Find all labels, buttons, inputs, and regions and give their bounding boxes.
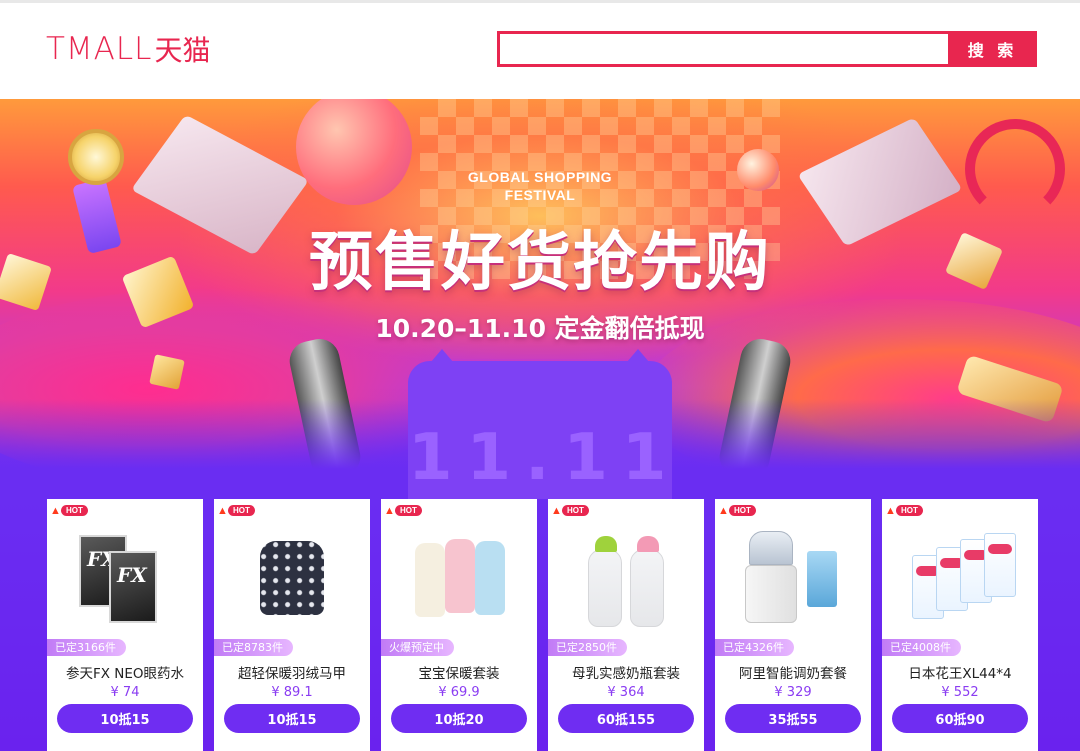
hot-badge: ▲ HOT	[50, 504, 88, 517]
hot-badge: ▲ HOT	[718, 504, 756, 517]
flame-icon: ▲	[718, 504, 729, 517]
flame-icon: ▲	[217, 504, 228, 517]
flame-icon: ▲	[551, 504, 562, 517]
decor-cube	[0, 253, 52, 311]
bottle-green	[588, 536, 622, 627]
product-price: ¥ 74	[110, 685, 140, 700]
hot-badge: ▲ HOT	[885, 504, 923, 517]
product-image[interactable]	[900, 521, 1020, 637]
banner-subtitle-line2: FESTIVAL	[504, 187, 576, 203]
product-price: ¥ 89.1	[271, 685, 313, 700]
product-name[interactable]: 宝宝保暖套装	[381, 662, 537, 682]
decor-cube	[944, 231, 1004, 291]
formula-pack	[807, 551, 837, 607]
flame-icon: ▲	[50, 504, 61, 517]
hot-badge: ▲ HOT	[217, 504, 255, 517]
search-input[interactable]	[497, 31, 948, 67]
product-name[interactable]: 日本花王XL44*4	[882, 662, 1038, 682]
banner-subtitle: GLOBAL SHOPPING FESTIVAL	[430, 168, 650, 204]
hot-badge: ▲ HOT	[384, 504, 422, 517]
promo-banner[interactable]: 11.11 GLOBAL SHOPPING FESTIVAL 预售好货抢先购 1…	[0, 99, 1080, 499]
flame-icon: ▲	[885, 504, 896, 517]
sold-count: 已定2850件	[548, 639, 627, 656]
vest-image	[260, 541, 324, 615]
onesie-blue	[475, 541, 505, 615]
sold-count: 已定8783件	[214, 639, 293, 656]
logo-cn-text: 天猫	[154, 34, 211, 67]
product-price: ¥ 552	[941, 685, 979, 700]
product-card[interactable]: ▲ HOT 已定4008件 日本花王XL44*4 ¥ 552 60抵90	[882, 499, 1038, 751]
hot-label: HOT	[395, 505, 422, 516]
product-card[interactable]: ▲ HOT 已定8783件 超轻保暖羽绒马甲 ¥ 89.1 10抵15	[214, 499, 370, 751]
logo-latin-text: TMALL	[46, 31, 153, 67]
banner-date-line: 10.20–11.10 定金翻倍抵现	[375, 314, 705, 343]
decor-cube	[149, 354, 185, 390]
sold-count: 已定4326件	[715, 639, 794, 656]
site-header: TMALL 天猫 搜 索	[0, 0, 1080, 99]
product-image[interactable]	[399, 521, 519, 637]
hot-label: HOT	[228, 505, 255, 516]
hot-label: HOT	[562, 505, 589, 516]
product-name[interactable]: 超轻保暖羽绒马甲	[214, 662, 370, 682]
hot-label: HOT	[729, 505, 756, 516]
product-price: ¥ 69.9	[438, 685, 480, 700]
eyedrop-box-front: FX	[109, 551, 157, 623]
hot-label: HOT	[61, 505, 88, 516]
flame-icon: ▲	[384, 504, 395, 517]
hot-label: HOT	[896, 505, 923, 516]
product-image[interactable]: FX FX	[65, 521, 185, 637]
kettle-jar	[749, 531, 793, 565]
coupon-button[interactable]: 10抵15	[224, 704, 360, 733]
product-price: ¥ 364	[607, 685, 645, 700]
product-card[interactable]: ▲ HOT 已定4326件 阿里智能调奶套餐 ¥ 329 35抵55	[715, 499, 871, 751]
product-image[interactable]	[566, 521, 686, 637]
product-card[interactable]: ▲ HOT 火爆预定中 宝宝保暖套装 ¥ 69.9 10抵20	[381, 499, 537, 751]
sold-count: 火爆预定中	[381, 639, 454, 656]
coupon-button[interactable]: 35抵55	[725, 704, 861, 733]
onesie-pink	[445, 539, 475, 613]
coupon-button[interactable]: 10抵15	[57, 704, 193, 733]
search-button[interactable]: 搜 索	[948, 31, 1037, 67]
sold-count: 已定3166件	[47, 639, 126, 656]
watch-image	[68, 129, 124, 185]
product-card[interactable]: ▲ HOT 已定2850件 母乳实感奶瓶套装 ¥ 364 60抵155	[548, 499, 704, 751]
product-price: ¥ 329	[774, 685, 812, 700]
tmall-logo[interactable]: TMALL 天猫	[46, 31, 210, 67]
watch-band-image	[72, 177, 122, 255]
onesie-cream	[415, 543, 445, 617]
hot-badge: ▲ HOT	[551, 504, 589, 517]
product-name[interactable]: 参天FX NEO眼药水	[47, 662, 203, 682]
product-list: ▲ HOT FX FX 已定3166件 参天FX NEO眼药水 ¥ 74 10抵…	[47, 499, 1038, 751]
product-name[interactable]: 阿里智能调奶套餐	[715, 662, 871, 682]
double-eleven-mark: 11.11	[408, 421, 681, 495]
headphones-image	[965, 119, 1065, 219]
kettle-base	[745, 565, 797, 623]
product-card[interactable]: ▲ HOT FX FX 已定3166件 参天FX NEO眼药水 ¥ 74 10抵…	[47, 499, 203, 751]
sold-count: 已定4008件	[882, 639, 961, 656]
coupon-button[interactable]: 10抵20	[391, 704, 527, 733]
decor-small-sphere	[737, 149, 779, 191]
coupon-button[interactable]: 60抵90	[892, 704, 1028, 733]
search-bar: 搜 索	[497, 31, 1037, 67]
product-name[interactable]: 母乳实感奶瓶套装	[548, 662, 704, 682]
product-image[interactable]	[733, 521, 853, 637]
coupon-button[interactable]: 60抵155	[558, 704, 694, 733]
product-image[interactable]	[232, 521, 352, 637]
banner-subtitle-line1: GLOBAL SHOPPING	[467, 169, 613, 185]
bottle-pink	[630, 536, 664, 627]
diaper-pack	[984, 533, 1016, 597]
banner-title: 预售好货抢先购	[309, 226, 771, 300]
